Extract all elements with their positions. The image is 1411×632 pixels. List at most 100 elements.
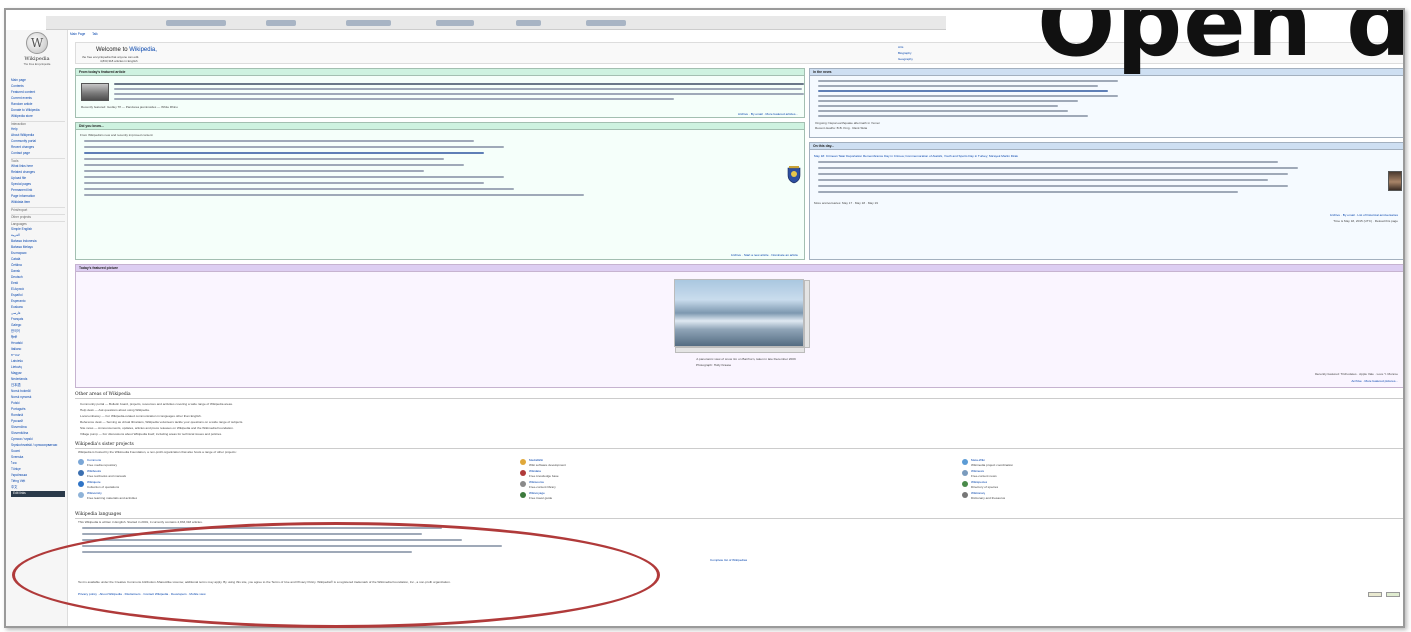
featured-article-image[interactable] <box>81 83 109 101</box>
did-you-know-header: Did you know... <box>76 123 804 130</box>
sister-project-wikiquote[interactable]: Wikiquote Collection of quotations <box>78 480 278 490</box>
sister-project-description: Dictionary and thesaurus <box>971 495 1006 500</box>
sister-project-description: Free textbooks and manuals <box>87 473 127 478</box>
sidebar: W Wikipedia The Free Encyclopedia Main p… <box>6 30 68 626</box>
sister-projects-title: Wikipedia's sister projects <box>75 442 1403 449</box>
wikisource-logo-icon <box>520 481 526 487</box>
sidebar-item[interactable]: Contact page <box>11 151 65 157</box>
sister-project-mediawiki[interactable]: MediaWiki Wiki software development <box>520 458 720 468</box>
languages-intro: This Wikipedia is written in English. St… <box>78 520 203 524</box>
did-you-know-intro: From Wikipedia's new and recently improv… <box>80 133 154 137</box>
on-this-day-footer-links[interactable]: Archive · By email · List of historical … <box>1330 213 1398 217</box>
featured-picture-recent: Recently featured: Trichodetes · Apple V… <box>1314 372 1398 376</box>
featured-article-footer-links[interactable]: Archive · By email · More featured artic… <box>738 112 798 116</box>
featured-article-box: From today's featured article Recently f… <box>75 68 805 118</box>
wikivoyage-logo-icon <box>520 492 526 498</box>
sister-project-wikispecies[interactable]: Wikispecies Directory of species <box>962 480 1162 490</box>
sister-project-wikibooks[interactable]: Wikibooks Free textbooks and manuals <box>78 469 278 479</box>
sister-projects-intro: Wikipedia is hosted by the Wikimedia Fou… <box>78 450 237 454</box>
sister-project-description: Wikimedia project coordination <box>971 462 1014 467</box>
sister-project-wikidata[interactable]: Wikidata Free knowledge base <box>520 469 720 479</box>
sister-project-wikisource[interactable]: Wikisource Free-content library <box>520 480 720 490</box>
sister-project-description: Directory of species <box>971 484 999 489</box>
sidebar-item[interactable]: Wikipedia store <box>11 114 65 120</box>
sister-project-description: Free media repository <box>87 462 118 467</box>
tab-talk[interactable]: Talk <box>92 32 98 36</box>
on-this-day-box: On this day... May 18: Crimean Tatar Dep… <box>809 142 1403 260</box>
wikibooks-logo-icon <box>78 470 84 476</box>
featured-picture-credit: Photograph: Holly Kraase <box>696 363 732 367</box>
logo-title: Wikipedia <box>24 56 50 62</box>
mediawiki-badge-icon[interactable] <box>1386 592 1400 597</box>
on-this-day-time: Time is May 18, 2015 (UTC) · Reload this… <box>1333 219 1398 223</box>
sister-project-description: Free travel guide <box>529 495 553 500</box>
other-areas-list: Community portal — Bulletin board, proje… <box>80 402 780 438</box>
on-this-day-headline[interactable]: May 18: Crimean Tatar Deportation Rememb… <box>814 154 1394 158</box>
sidebar-section-heading: Other projects <box>11 214 65 220</box>
metawiki-logo-icon <box>962 459 968 465</box>
panorama-vertical-scrollbar[interactable] <box>804 280 810 348</box>
mediawiki-logo-icon <box>520 459 526 465</box>
sister-project-wikinews[interactable]: Wikinews Free-content news <box>962 469 1162 479</box>
sister-project-description: Free knowledge base <box>529 473 559 478</box>
blurred-header-bar <box>46 16 946 30</box>
sidebar-item[interactable]: Edit links <box>11 491 65 497</box>
tab-main-page[interactable]: Main Page <box>70 32 85 36</box>
sidebar-section-heading: Print/export <box>11 207 65 213</box>
on-this-day-more: More anniversaries: May 17 · May 18 · Ma… <box>814 201 878 205</box>
wikinews-logo-icon <box>962 470 968 476</box>
page-tabs: Main Page Talk <box>70 32 104 40</box>
portal-link[interactable]: Geography <box>898 57 958 63</box>
logo-glyph: W <box>30 35 44 50</box>
wikiversity-logo-icon <box>78 492 84 498</box>
featured-article-header: From today's featured article <box>76 69 804 76</box>
wikispecies-logo-icon <box>962 481 968 487</box>
sister-project-description: Wiki software development <box>529 462 566 467</box>
sister-project-description: Free learning materials and activities <box>87 495 138 500</box>
panorama-horizontal-scrollbar[interactable] <box>675 347 805 353</box>
in-the-news-recent-deaths: Recent deaths: B.B. King · Rank Sklar <box>815 126 868 130</box>
sister-project-commons[interactable]: Commons Free media repository <box>78 458 278 468</box>
featured-picture-header: Today's featured picture <box>76 265 1403 272</box>
complete-list-link[interactable]: Complete list of Wikipedias <box>710 558 747 562</box>
other-areas-title: Other areas of Wikipedia <box>75 392 1403 399</box>
sister-project-wiktionary[interactable]: Wiktionary Dictionary and thesaurus <box>962 491 1162 501</box>
welcome-title: Welcome to Wikipedia, <box>96 46 157 54</box>
sister-project-metawiki[interactable]: Meta-Wiki Wikimedia project coordination <box>962 458 1162 468</box>
sister-projects-grid: Commons Free media repository Wikibooks Fre… <box>78 458 1398 508</box>
in-the-news-ongoing: Ongoing: Nepal earthquake aftermath in Y… <box>815 121 881 125</box>
sister-project-description: Free-content news <box>971 473 997 478</box>
on-this-day-header: On this day... <box>810 143 1403 150</box>
welcome-prefix: Welcome to <box>96 47 130 53</box>
featured-picture-footer-links[interactable]: Archive · More featured pictures... <box>1351 379 1398 383</box>
annotation-ellipse <box>12 522 660 628</box>
did-you-know-box: Did you know... From Wikipedia's new and… <box>75 122 805 260</box>
did-you-know-footer-links[interactable]: Archive · Start a new article · Nominate… <box>731 253 798 257</box>
coat-of-arms-icon <box>787 166 801 184</box>
commons-logo-icon <box>78 459 84 465</box>
wikipedia-globe-logo[interactable]: W <box>26 32 48 54</box>
wiktionary-logo-icon <box>962 492 968 498</box>
sister-project-description: Free-content library <box>529 484 556 489</box>
logo-subtitle: The Free Encyclopedia <box>23 63 51 66</box>
featured-picture-panorama[interactable] <box>674 279 810 353</box>
sidebar-navigation: Main page Contents Featured content Current… <box>11 78 65 497</box>
featured-article-recent: Recently featured: Godley Tif — Pandorea… <box>81 105 178 109</box>
welcome-link[interactable]: Wikipedia, <box>129 47 157 53</box>
featured-picture-caption: A panoramic view of snow rim on Barrhorn… <box>696 357 796 361</box>
sister-project-description: Collection of quotations <box>87 484 120 489</box>
other-areas-item[interactable]: Village pump — For discussions about Wik… <box>80 432 780 438</box>
article-count: 4,833,318 articles in English <box>100 59 138 63</box>
sister-project-wikiversity[interactable]: Wikiversity Free learning materials and a… <box>78 491 278 501</box>
languages-title: Wikipedia languages <box>75 512 1403 519</box>
wikidata-logo-icon <box>520 470 526 476</box>
sister-project-wikivoyage[interactable]: Wikivoyage Free travel guide <box>520 491 720 501</box>
wikimedia-badge-icon[interactable] <box>1368 592 1382 597</box>
on-this-day-portrait[interactable] <box>1388 171 1402 191</box>
portal-links: Arts Biography Geography <box>898 45 958 63</box>
wikiquote-logo-icon <box>78 481 84 487</box>
sidebar-item[interactable]: Wikidata item <box>11 200 65 206</box>
featured-picture-box: Today's featured picture A panoramic vie… <box>75 264 1403 388</box>
overlay-headline: Open d <box>1037 8 1405 77</box>
in-the-news-box: In the news Ongoing: Nepal earthquake af… <box>809 68 1403 138</box>
